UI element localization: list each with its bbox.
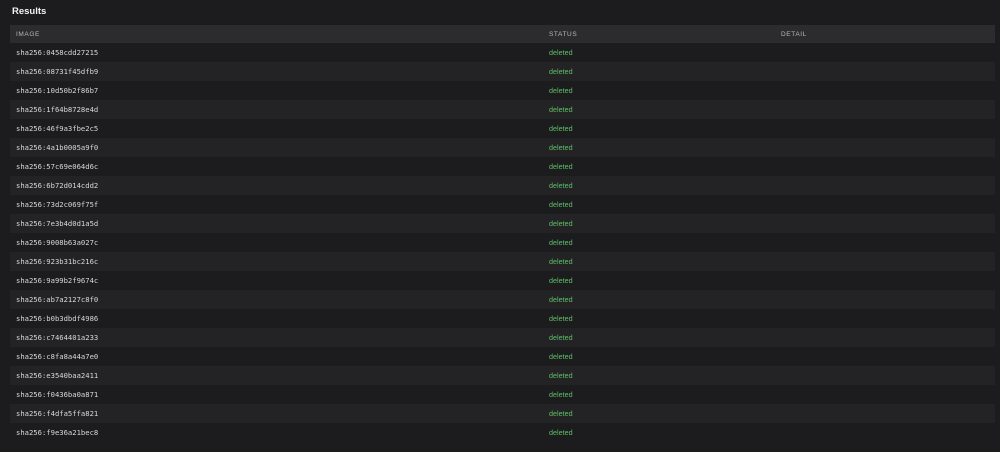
image-id-cell: sha256:4a1b0005a9f0 (16, 143, 99, 152)
image-id-cell: sha256:7e3b4d0d1a5d (16, 219, 99, 228)
detail-cell (775, 100, 995, 119)
status-cell: deleted (549, 371, 573, 380)
image-id-cell: sha256:f4dfa5ffa821 (16, 409, 99, 418)
status-cell: deleted (549, 124, 573, 133)
table-row: sha256:73d2c069f75f deleted (10, 195, 995, 214)
table-row: sha256:0458cdd27215 deleted (10, 43, 995, 62)
image-id-cell: sha256:0458cdd27215 (16, 48, 99, 57)
detail-cell (775, 309, 995, 328)
detail-cell (775, 119, 995, 138)
detail-cell (775, 328, 995, 347)
detail-cell (775, 385, 995, 404)
image-id-cell: sha256:10d50b2f86b7 (16, 86, 99, 95)
image-id-cell: sha256:c8fa8a44a7e0 (16, 352, 99, 361)
detail-cell (775, 347, 995, 366)
column-header-detail: DETAIL (781, 30, 807, 38)
detail-cell (775, 43, 995, 62)
table-row: sha256:923b31bc216c deleted (10, 252, 995, 271)
image-id-cell: sha256:9008b63a027c (16, 238, 99, 247)
detail-cell (775, 233, 995, 252)
table-row: sha256:9a99b2f9674c deleted (10, 271, 995, 290)
image-id-cell: sha256:923b31bc216c (16, 257, 99, 266)
table-row: sha256:f9e36a21bec8 deleted (10, 423, 995, 442)
table-row: sha256:1f64b8728e4d deleted (10, 100, 995, 119)
table-row: sha256:b0b3dbdf4986 deleted (10, 309, 995, 328)
detail-cell (775, 81, 995, 100)
status-cell: deleted (549, 86, 573, 95)
detail-cell (775, 366, 995, 385)
table-row: sha256:e3540baa2411 deleted (10, 366, 995, 385)
detail-cell (775, 252, 995, 271)
status-cell: deleted (549, 219, 573, 228)
detail-cell (775, 157, 995, 176)
detail-cell (775, 214, 995, 233)
status-cell: deleted (549, 257, 573, 266)
table-row: sha256:f0436ba0a871 deleted (10, 385, 995, 404)
table-row: sha256:6b72d014cdd2 deleted (10, 176, 995, 195)
image-id-cell: sha256:c7464401a233 (16, 333, 99, 342)
results-panel: Results IMAGE STATUS DETAIL sha256:0458c… (0, 0, 1000, 452)
detail-cell (775, 271, 995, 290)
detail-cell (775, 138, 995, 157)
table-header: IMAGE STATUS DETAIL (10, 25, 995, 43)
image-id-cell: sha256:f0436ba0a871 (16, 390, 99, 399)
status-cell: deleted (549, 200, 573, 209)
status-cell: deleted (549, 48, 573, 57)
status-cell: deleted (549, 238, 573, 247)
status-cell: deleted (549, 390, 573, 399)
status-cell: deleted (549, 333, 573, 342)
table-row: sha256:ab7a2127c8f0 deleted (10, 290, 995, 309)
image-id-cell: sha256:b0b3dbdf4986 (16, 314, 99, 323)
table-row: sha256:08731f45dfb9 deleted (10, 62, 995, 81)
table-row: sha256:c7464401a233 deleted (10, 328, 995, 347)
table-header-row: IMAGE STATUS DETAIL (10, 25, 995, 43)
status-cell: deleted (549, 105, 573, 114)
table-row: sha256:7e3b4d0d1a5d deleted (10, 214, 995, 233)
detail-cell (775, 404, 995, 423)
detail-cell (775, 423, 995, 442)
image-id-cell: sha256:1f64b8728e4d (16, 105, 99, 114)
table-row: sha256:46f9a3fbe2c5 deleted (10, 119, 995, 138)
image-id-cell: sha256:e3540baa2411 (16, 371, 99, 380)
status-cell: deleted (549, 143, 573, 152)
image-id-cell: sha256:73d2c069f75f (16, 200, 99, 209)
image-id-cell: sha256:46f9a3fbe2c5 (16, 124, 99, 133)
results-title: Results (12, 6, 47, 17)
image-id-cell: sha256:6b72d014cdd2 (16, 181, 99, 190)
results-table: IMAGE STATUS DETAIL sha256:0458cdd27215 d… (10, 25, 995, 442)
column-header-image: IMAGE (16, 30, 40, 38)
image-id-cell: sha256:9a99b2f9674c (16, 276, 99, 285)
status-cell: deleted (549, 314, 573, 323)
status-cell: deleted (549, 67, 573, 76)
status-cell: deleted (549, 352, 573, 361)
detail-cell (775, 195, 995, 214)
status-cell: deleted (549, 409, 573, 418)
table-row: sha256:57c69e064d6c deleted (10, 157, 995, 176)
detail-cell (775, 176, 995, 195)
status-cell: deleted (549, 181, 573, 190)
image-id-cell: sha256:f9e36a21bec8 (16, 428, 99, 437)
column-header-status: STATUS (549, 30, 578, 38)
detail-cell (775, 290, 995, 309)
image-id-cell: sha256:57c69e064d6c (16, 162, 99, 171)
table-row: sha256:9008b63a027c deleted (10, 233, 995, 252)
table-body: sha256:0458cdd27215 deleted sha256:08731f4… (10, 43, 995, 442)
table-row: sha256:10d50b2f86b7 deleted (10, 81, 995, 100)
status-cell: deleted (549, 162, 573, 171)
table-row: sha256:f4dfa5ffa821 deleted (10, 404, 995, 423)
image-id-cell: sha256:08731f45dfb9 (16, 67, 99, 76)
table-row: sha256:c8fa8a44a7e0 deleted (10, 347, 995, 366)
table-row: sha256:4a1b0005a9f0 deleted (10, 138, 995, 157)
detail-cell (775, 62, 995, 81)
image-id-cell: sha256:ab7a2127c8f0 (16, 295, 99, 304)
status-cell: deleted (549, 428, 573, 437)
status-cell: deleted (549, 276, 573, 285)
status-cell: deleted (549, 295, 573, 304)
